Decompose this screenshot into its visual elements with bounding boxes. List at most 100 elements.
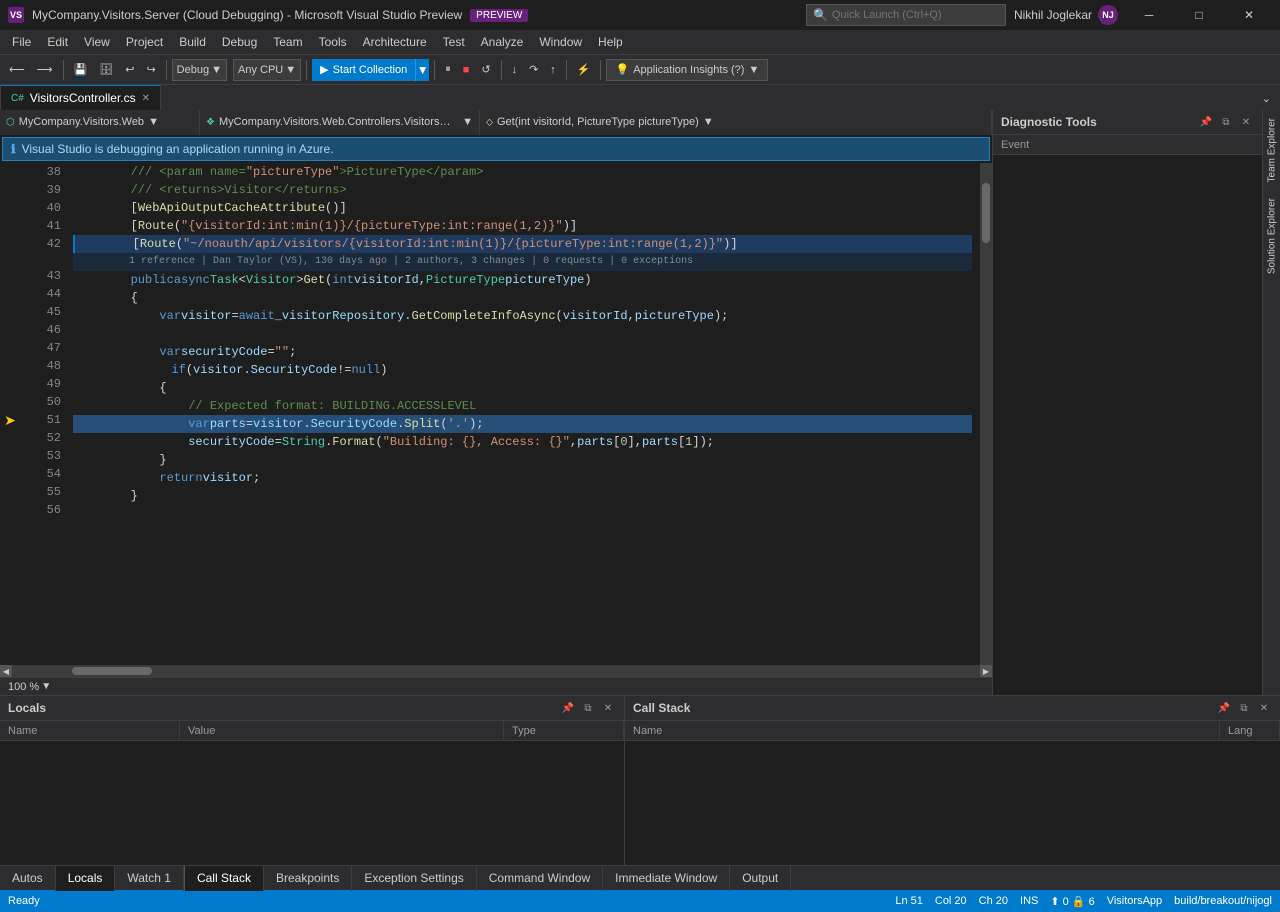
toolbar-pause[interactable]: ⏸: [440, 58, 456, 82]
panel-float-button[interactable]: ⧉: [1218, 114, 1234, 130]
info-message: Visual Studio is debugging an applicatio…: [22, 142, 334, 156]
toolbar-redo[interactable]: ↪: [141, 58, 160, 82]
gutter-41: [0, 217, 20, 235]
callstack-content: [625, 741, 1280, 865]
scroll-right-btn[interactable]: ▶: [980, 665, 992, 677]
locals-close-button[interactable]: ✕: [600, 700, 616, 716]
start-collection-dropdown[interactable]: ▼: [415, 59, 429, 81]
nav-method-dropdown[interactable]: ⬦ Get(int visitorId, PictureType picture…: [480, 110, 992, 135]
main-area: ⬡ MyCompany.Visitors.Web ▼ ❖ MyCompany.V…: [0, 110, 1280, 695]
menu-architecture[interactable]: Architecture: [355, 30, 435, 55]
callstack-float-button[interactable]: ⧉: [1236, 700, 1252, 716]
tab-watch-1[interactable]: Watch 1: [115, 866, 184, 891]
menu-test[interactable]: Test: [435, 30, 473, 55]
tab-locals[interactable]: Locals: [56, 866, 116, 891]
chevron-down-icon-6: ▼: [703, 116, 714, 128]
toolbar-forward[interactable]: ⟶: [32, 58, 58, 82]
collapse-button[interactable]: ⌄: [1257, 86, 1276, 110]
quick-launch[interactable]: 🔍: [806, 4, 1006, 26]
locals-float-button[interactable]: ⧉: [580, 700, 596, 716]
menu-help[interactable]: Help: [590, 30, 631, 55]
start-collection-button[interactable]: ▶ Start Collection: [312, 59, 415, 81]
code-line-56: [73, 505, 972, 523]
ln-38: 38: [24, 163, 61, 181]
scroll-left-btn[interactable]: ◀: [0, 665, 12, 677]
tab-visitors-controller[interactable]: C# VisitorsController.cs ✕: [0, 85, 161, 110]
user-area: Nikhil Joglekar NJ: [1014, 5, 1118, 25]
toolbar-saveall[interactable]: 🗄: [94, 58, 118, 82]
tab-close-icon[interactable]: ✕: [142, 93, 150, 104]
menu-tools[interactable]: Tools: [311, 30, 355, 55]
code-line-51: var parts = visitor.SecurityCode.Split('…: [73, 415, 972, 433]
horizontal-scroll[interactable]: ◀ ▶: [0, 665, 992, 677]
code-line-54: return visitor;: [73, 469, 972, 487]
nav-project-dropdown[interactable]: ⬡ MyCompany.Visitors.Web ▼: [0, 110, 200, 135]
nav-class-dropdown[interactable]: ❖ MyCompany.Visitors.Web.Controllers.Vis…: [200, 110, 480, 135]
menu-team[interactable]: Team: [265, 30, 310, 55]
gutter: ➤: [0, 163, 20, 665]
ln-49: 49: [24, 375, 61, 393]
side-tab-solution-explorer[interactable]: Solution Explorer: [1263, 190, 1280, 282]
tab-autos[interactable]: Autos: [0, 866, 56, 891]
vertical-scrollbar[interactable]: [980, 163, 992, 665]
tab-call-stack[interactable]: Call Stack: [185, 866, 264, 891]
toolbar-back[interactable]: ⟵: [4, 58, 30, 82]
menu-edit[interactable]: Edit: [39, 30, 76, 55]
panel-pin-button[interactable]: 📌: [1198, 114, 1214, 130]
locals-panel-controls: 📌 ⧉ ✕: [560, 700, 616, 716]
tab-command-window[interactable]: Command Window: [477, 866, 603, 891]
zoom-bar: 100 % ▼: [0, 677, 992, 695]
callstack-title: Call Stack: [633, 701, 690, 715]
tab-immediate-window[interactable]: Immediate Window: [603, 866, 730, 891]
zoom-dropdown-icon[interactable]: ▼: [41, 681, 51, 692]
callstack-name-col: Name: [625, 721, 1220, 741]
tab-exception-settings[interactable]: Exception Settings: [352, 866, 476, 891]
event-col-label: Event: [1001, 139, 1029, 151]
platform-dropdown[interactable]: Any CPU ▼: [233, 59, 301, 81]
toolbar-sep-6: [566, 60, 567, 80]
side-tab-team-explorer[interactable]: Team Explorer: [1263, 110, 1280, 190]
toolbar-save[interactable]: 💾: [69, 58, 93, 82]
vs-logo: VS: [8, 7, 24, 23]
toolbar-sep-3: [306, 60, 307, 80]
tab-label: VisitorsController.cs: [30, 91, 136, 105]
menu-file[interactable]: File: [4, 30, 39, 55]
scroll-thumb[interactable]: [982, 183, 990, 243]
tab-breakpoints[interactable]: Breakpoints: [264, 866, 352, 891]
diagnostic-tools-panel: Diagnostic Tools 📌 ⧉ ✕ Event: [992, 110, 1262, 695]
toolbar-stop[interactable]: ■: [458, 58, 475, 82]
platform-label: Any CPU: [238, 64, 283, 76]
menu-view[interactable]: View: [76, 30, 118, 55]
tab-output[interactable]: Output: [730, 866, 791, 891]
nav-bar: ⬡ MyCompany.Visitors.Web ▼ ❖ MyCompany.V…: [0, 110, 992, 135]
toolbar-undo[interactable]: ↩: [120, 58, 139, 82]
toolbar-step-into[interactable]: ↓: [507, 58, 523, 82]
code-area[interactable]: ➤ 38 39 40 41 42 43 44 45 46 47 48: [0, 163, 992, 665]
scroll-track[interactable]: [12, 667, 980, 675]
menu-build[interactable]: Build: [171, 30, 214, 55]
toolbar-step-out[interactable]: ↑: [545, 58, 561, 82]
callstack-pin-button[interactable]: 📌: [1216, 700, 1232, 716]
callstack-close-button[interactable]: ✕: [1256, 700, 1272, 716]
toolbar-restart[interactable]: ↺: [476, 58, 495, 82]
toolbar-exception[interactable]: ⚡: [572, 58, 596, 82]
menu-window[interactable]: Window: [531, 30, 590, 55]
status-bar: Ready Ln 51 Col 20 Ch 20 INS ⬆ 0 🔒 6 Vis…: [0, 890, 1280, 912]
locals-pin-button[interactable]: 📌: [560, 700, 576, 716]
code-content[interactable]: /// <param name="pictureType">PictureTyp…: [65, 163, 980, 665]
debug-config-dropdown[interactable]: Debug ▼: [172, 59, 227, 81]
h-scroll-thumb[interactable]: [72, 667, 152, 675]
toolbar-step-over[interactable]: ↷: [524, 58, 543, 82]
menu-analyze[interactable]: Analyze: [473, 30, 532, 55]
ai-insights-button[interactable]: 💡 Application Insights (?) ▼: [606, 59, 768, 81]
maximize-button[interactable]: □: [1176, 0, 1222, 30]
toolbar-sep-5: [501, 60, 502, 80]
close-button[interactable]: ✕: [1226, 0, 1272, 30]
code-line-50: // Expected format: BUILDING.ACCESSLEVEL: [73, 397, 972, 415]
panel-close-button[interactable]: ✕: [1238, 114, 1254, 130]
menu-debug[interactable]: Debug: [214, 30, 265, 55]
chevron-down-icon-4: ▼: [148, 116, 159, 128]
minimize-button[interactable]: ─: [1126, 0, 1172, 30]
menu-project[interactable]: Project: [118, 30, 171, 55]
quick-launch-input[interactable]: [832, 9, 992, 21]
